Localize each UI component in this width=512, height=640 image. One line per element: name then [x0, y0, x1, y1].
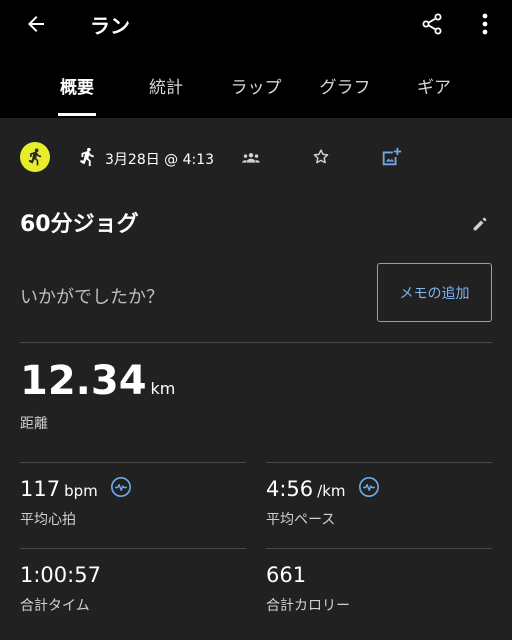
stat-divider: [266, 462, 492, 463]
total-calories-value: 661: [266, 563, 306, 587]
star-icon[interactable]: [310, 146, 332, 168]
runner-avatar-icon: [28, 148, 42, 166]
avg-pace-value: 4:56/km: [266, 477, 346, 501]
add-memo-button[interactable]: メモの追加: [377, 263, 492, 322]
total-calories-label: 合計カロリー: [266, 598, 350, 614]
avg-pace-number: 4:56: [266, 477, 314, 501]
activity-date: 3月28日 @ 4:13: [105, 152, 215, 168]
running-activity-icon: [76, 146, 98, 168]
avatar[interactable]: [20, 142, 50, 172]
edit-pencil-icon[interactable]: [470, 212, 492, 234]
avg-pace-unit: /km: [317, 482, 346, 500]
avg-heart-rate-unit: bpm: [64, 482, 98, 500]
add-photo-icon[interactable]: [380, 146, 402, 168]
section-divider: [20, 342, 492, 343]
tab-bar: 概要 統計 ラップ グラフ ギア: [0, 70, 512, 118]
pace-monitor-icon[interactable]: [358, 476, 380, 498]
stat-divider: [20, 548, 246, 549]
group-icon[interactable]: [240, 148, 262, 168]
activity-name: 60分ジョグ: [20, 212, 139, 237]
distance-value: 12.34 km: [20, 358, 175, 404]
total-time-label: 合計タイム: [20, 598, 90, 614]
distance-number: 12.34: [20, 358, 147, 404]
back-arrow-icon[interactable]: [18, 6, 54, 42]
avg-heart-rate-number: 117: [20, 477, 61, 501]
stat-divider: [20, 462, 246, 463]
tab-graphs[interactable]: グラフ: [295, 70, 395, 118]
activity-meta-row: 3月28日 @ 4:13: [0, 140, 512, 176]
page-title: ラン: [90, 14, 130, 38]
total-time-value: 1:00:57: [20, 563, 101, 587]
avg-heart-rate-value: 117 bpm: [20, 477, 98, 501]
tab-laps[interactable]: ラップ: [206, 70, 306, 118]
avg-heart-rate-label: 平均心拍: [20, 512, 76, 528]
share-icon[interactable]: [414, 6, 450, 42]
tab-stats[interactable]: 統計: [116, 70, 216, 118]
total-calories-number: 661: [266, 563, 307, 587]
stat-divider: [266, 548, 492, 549]
tab-overview[interactable]: 概要: [27, 70, 127, 118]
active-tab-indicator: [58, 113, 96, 116]
distance-label: 距離: [20, 416, 48, 432]
heart-rate-monitor-icon[interactable]: [110, 476, 132, 498]
total-time-number: 1:00:57: [20, 563, 101, 587]
top-app-bar: ラン 概要 統計 ラップ グラフ ギア: [0, 0, 512, 118]
avg-pace-label: 平均ペース: [266, 512, 336, 528]
distance-unit: km: [150, 379, 176, 398]
feedback-prompt: いかがでしたか？: [20, 287, 164, 308]
more-options-icon[interactable]: [470, 6, 500, 42]
tab-gear[interactable]: ギア: [384, 70, 484, 118]
